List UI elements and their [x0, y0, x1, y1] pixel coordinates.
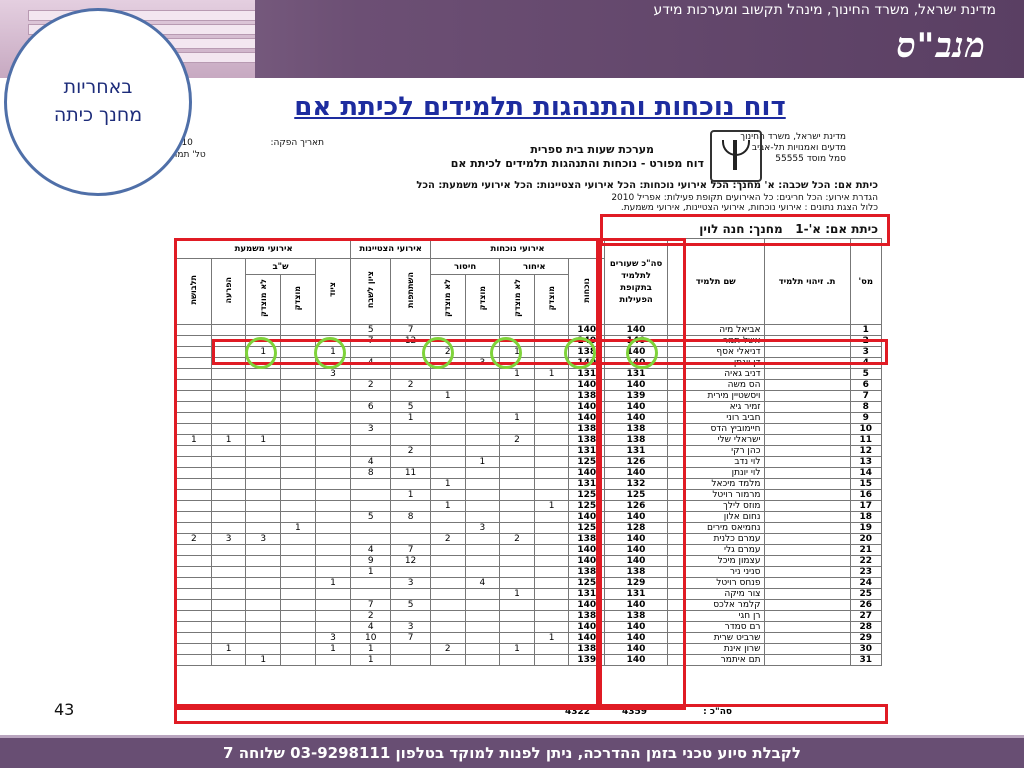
cell-id — [763, 544, 851, 556]
cell-id — [763, 456, 851, 468]
cell-n: 24 — [849, 577, 883, 589]
manbas-logo: מנב"ס — [896, 26, 986, 66]
cell-id — [763, 412, 851, 424]
cell-id — [763, 610, 851, 622]
callout-line-1: באחריות — [63, 76, 133, 99]
support-footer: לקבלת סיוע טכני בזמן ההדרכה, ניתן לפנות … — [0, 738, 1024, 768]
cell-n: 23 — [849, 566, 883, 578]
cell-n: 10 — [849, 423, 883, 435]
report-school-code: סמל מוסד 55555 — [775, 154, 846, 164]
cell-n: 28 — [849, 621, 883, 633]
cell-id — [763, 445, 851, 457]
cell-id — [763, 566, 851, 578]
ring-marker-5 — [564, 337, 596, 369]
menorah-emblem-icon — [710, 130, 762, 182]
cell-n: 17 — [849, 500, 883, 512]
ring-marker-6 — [626, 337, 658, 369]
cell-n: 13 — [849, 456, 883, 468]
cell-id — [763, 401, 851, 413]
col-id: ת. זיהוי תלמיד — [763, 238, 851, 325]
cell-n: 16 — [849, 489, 883, 501]
ring-marker-3 — [422, 337, 454, 369]
cell-id — [763, 599, 851, 611]
cell-id — [763, 555, 851, 567]
cell-id — [763, 478, 851, 490]
report-filter-line-2: הגדרת אירוע: הכל חריגים: כל האירועים תקו… — [611, 193, 878, 203]
cell-id — [763, 533, 851, 545]
cell-id — [763, 434, 851, 446]
ring-marker-1 — [245, 337, 277, 369]
cell-n: 6 — [849, 379, 883, 391]
ring-marker-2 — [314, 337, 346, 369]
ring-marker-4 — [490, 337, 522, 369]
cell-n: 31 — [849, 654, 883, 666]
cell-n: 26 — [849, 599, 883, 611]
cell-n: 19 — [849, 522, 883, 534]
report-org-2: מדעים ואמנויות תל-אביב — [751, 143, 846, 153]
cell-id — [763, 489, 851, 501]
cell-n: 7 — [849, 390, 883, 402]
cell-n: 8 — [849, 401, 883, 413]
cell-id — [763, 423, 851, 435]
cell-n: 21 — [849, 544, 883, 556]
cell-id — [763, 588, 851, 600]
cell-n: 27 — [849, 610, 883, 622]
totals-highlight-box — [174, 704, 888, 724]
report-filter-line: כיתת אם: הכל שכבה: א' מחנך: הכל אירועי נ… — [416, 180, 878, 191]
cell-n: 14 — [849, 467, 883, 479]
cell-n: 25 — [849, 588, 883, 600]
cell-id — [763, 522, 851, 534]
report-system-name: מערכת שעות בית ספרית — [530, 143, 654, 156]
cell-id — [763, 643, 851, 655]
callout-line-2: מחנך כיתה — [53, 104, 143, 126]
slide-number: 43 — [54, 700, 75, 719]
cell-id — [763, 632, 851, 644]
report-name: דוח מפורט - נוכחות והתנהגות תלמידים לכית… — [450, 157, 704, 170]
cell-id — [763, 577, 851, 589]
cell-id — [763, 390, 851, 402]
responsibility-callout: באחריות מחנך כיתה — [4, 8, 192, 196]
cell-id — [763, 654, 851, 666]
cell-id — [763, 379, 851, 391]
cell-id — [763, 467, 851, 479]
cell-id — [763, 511, 851, 523]
cell-n: 15 — [849, 478, 883, 490]
report-print-date-label: תאריך הפקה: — [270, 138, 324, 148]
cell-n: 9 — [849, 412, 883, 424]
cell-n: 18 — [849, 511, 883, 523]
cell-id — [763, 324, 851, 336]
cell-n: 22 — [849, 555, 883, 567]
cell-n: 29 — [849, 632, 883, 644]
cell-n: 30 — [849, 643, 883, 655]
cell-n: 5 — [849, 368, 883, 380]
col-num: מס' — [849, 238, 883, 325]
cell-id — [763, 500, 851, 512]
events-highlight-box — [174, 238, 602, 710]
cell-n: 12 — [849, 445, 883, 457]
report-filter-line-3: כלול הצגת נתונים : אירועי נוכחות, אירועי… — [620, 203, 878, 213]
page-title: דוח נוכחות והתנהגות תלמידים לכיתת אם — [294, 92, 786, 122]
cell-n: 11 — [849, 434, 883, 446]
cell-n: 1 — [849, 324, 883, 336]
cell-id — [763, 621, 851, 633]
cell-id — [763, 368, 851, 380]
banner-tagline: מדינת ישראל, משרד החינוך, מינהל תקשוב ומ… — [653, 2, 996, 18]
hours-highlight-box — [596, 238, 686, 710]
cell-n: 20 — [849, 533, 883, 545]
